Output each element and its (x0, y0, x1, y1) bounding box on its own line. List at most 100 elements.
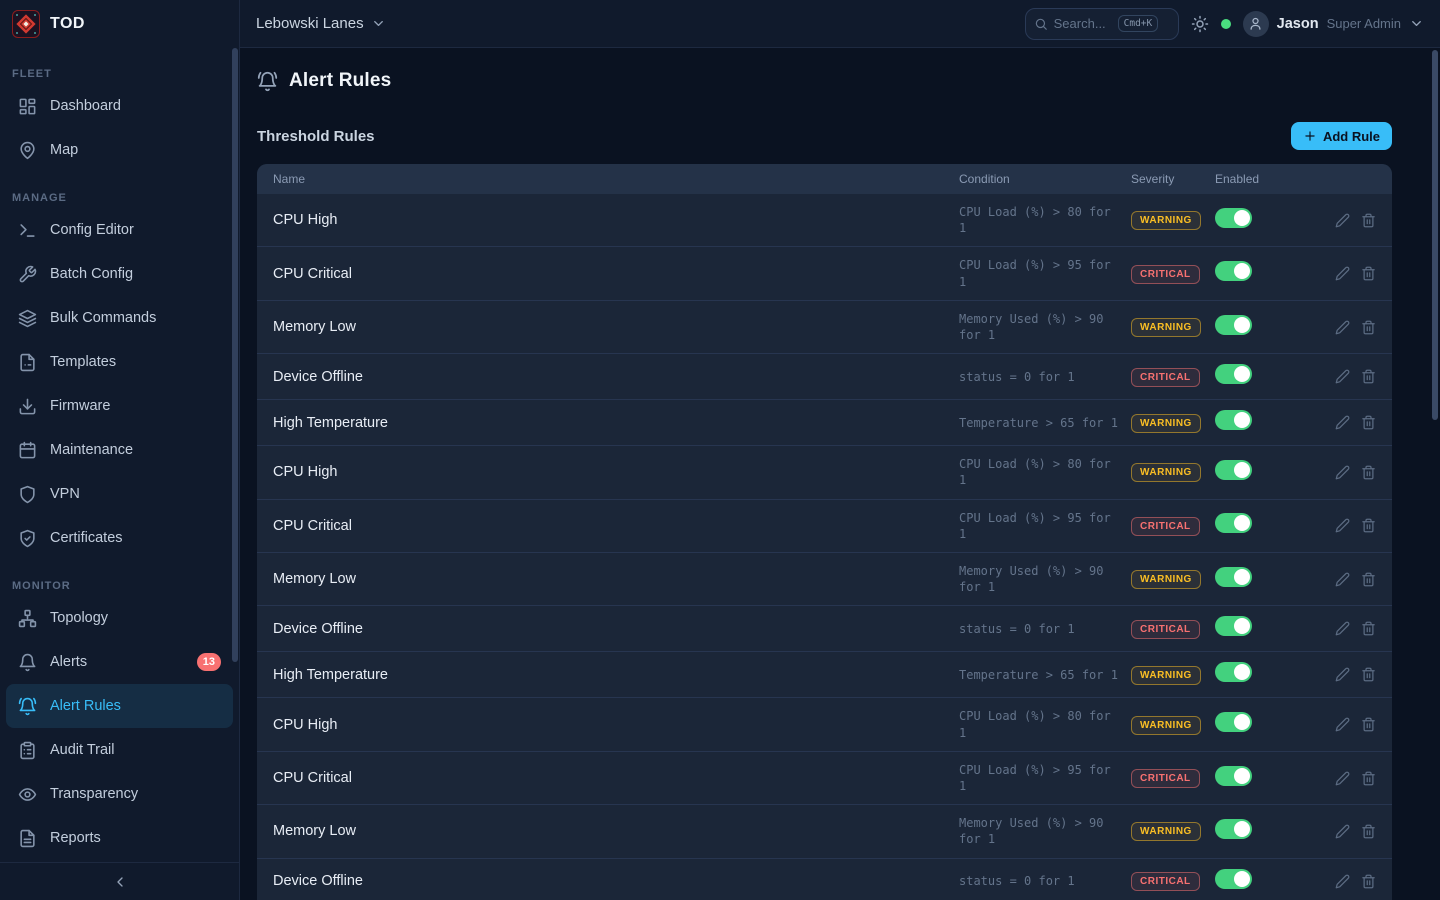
user-menu[interactable]: Jason Super Admin (1243, 11, 1424, 37)
delete-rule-button[interactable] (1361, 572, 1376, 587)
enabled-toggle[interactable] (1215, 869, 1252, 889)
sidebar-scrollbar-thumb[interactable] (232, 48, 238, 662)
enabled-toggle[interactable] (1215, 261, 1252, 281)
sidebar-item-label: Alerts (50, 654, 87, 670)
page-title: Alert Rules (289, 70, 391, 92)
calendar-icon (18, 441, 37, 460)
sidebar-collapse-button[interactable] (0, 862, 239, 900)
delete-rule-button[interactable] (1361, 266, 1376, 281)
delete-rule-button[interactable] (1361, 213, 1376, 228)
enabled-toggle[interactable] (1215, 819, 1252, 839)
pencil-icon (1335, 215, 1350, 232)
sidebar-item-bulk-commands[interactable]: Bulk Commands (6, 296, 233, 340)
delete-rule-button[interactable] (1361, 771, 1376, 786)
download-icon (18, 397, 37, 416)
enabled-toggle[interactable] (1215, 513, 1252, 533)
edit-rule-button[interactable] (1335, 824, 1350, 839)
delete-rule-button[interactable] (1361, 621, 1376, 636)
edit-rule-button[interactable] (1335, 771, 1350, 786)
sidebar-item-alert-rules[interactable]: Alert Rules (6, 684, 233, 728)
sidebar-item-topology[interactable]: Topology (6, 596, 233, 640)
delete-rule-button[interactable] (1361, 320, 1376, 335)
sidebar-item-map[interactable]: Map (6, 128, 233, 172)
sidebar-item-label: Firmware (50, 398, 110, 414)
edit-rule-button[interactable] (1335, 572, 1350, 587)
sidebar-item-vpn[interactable]: VPN (6, 472, 233, 516)
sidebar-item-transparency[interactable]: Transparency (6, 772, 233, 816)
sidebar-item-maintenance[interactable]: Maintenance (6, 428, 233, 472)
edit-rule-button[interactable] (1335, 667, 1350, 682)
sidebar-nav: FLEETDashboardMapMANAGEConfig EditorBatc… (0, 48, 239, 862)
delete-rule-button[interactable] (1361, 667, 1376, 682)
sidebar-item-batch-config[interactable]: Batch Config (6, 252, 233, 296)
rule-condition: CPU Load (%) > 80 for 1 (959, 204, 1131, 236)
chevron-left-icon (112, 874, 128, 890)
section-title: Threshold Rules (257, 128, 375, 145)
edit-rule-button[interactable] (1335, 213, 1350, 228)
sidebar-item-label: Bulk Commands (50, 310, 156, 326)
enabled-toggle[interactable] (1215, 766, 1252, 786)
delete-rule-button[interactable] (1361, 874, 1376, 889)
enabled-toggle[interactable] (1215, 315, 1252, 335)
rule-name: Memory Low (273, 571, 959, 587)
theme-toggle-sun-icon[interactable] (1191, 15, 1209, 33)
edit-rule-button[interactable] (1335, 415, 1350, 430)
table-row-cpu-high: CPU HighCPU Load (%) > 80 for 1WARNING (257, 445, 1392, 498)
sidebar-item-label: Map (50, 142, 78, 158)
alerts-count-badge: 13 (197, 653, 221, 671)
dashboard-icon (18, 97, 37, 116)
app-title: TOD (50, 15, 85, 33)
edit-rule-button[interactable] (1335, 369, 1350, 384)
enabled-toggle[interactable] (1215, 364, 1252, 384)
topology-icon (18, 609, 37, 628)
search-input[interactable] (1054, 16, 1112, 31)
sidebar-item-certificates[interactable]: Certificates (6, 516, 233, 560)
enabled-toggle[interactable] (1215, 460, 1252, 480)
sidebar-item-audit-trail[interactable]: Audit Trail (6, 728, 233, 772)
pencil-icon (1335, 467, 1350, 484)
trash-icon (1361, 574, 1376, 591)
delete-rule-button[interactable] (1361, 465, 1376, 480)
nav-section-label-monitor: MONITOR (0, 576, 239, 596)
severity-badge: WARNING (1131, 570, 1201, 589)
rule-condition: Memory Used (%) > 90 for 1 (959, 311, 1131, 343)
rule-condition: CPU Load (%) > 95 for 1 (959, 510, 1131, 542)
delete-rule-button[interactable] (1361, 717, 1376, 732)
enabled-toggle[interactable] (1215, 567, 1252, 587)
pencil-icon (1335, 417, 1350, 434)
connection-status-dot (1221, 19, 1231, 29)
edit-rule-button[interactable] (1335, 874, 1350, 889)
page-scrollbar-thumb[interactable] (1432, 50, 1438, 420)
sidebar-item-firmware[interactable]: Firmware (6, 384, 233, 428)
delete-rule-button[interactable] (1361, 518, 1376, 533)
edit-rule-button[interactable] (1335, 266, 1350, 281)
user-icon (1248, 16, 1263, 31)
enabled-toggle[interactable] (1215, 208, 1252, 228)
sidebar-item-reports[interactable]: Reports (6, 816, 233, 860)
sidebar-item-templates[interactable]: Templates (6, 340, 233, 384)
sidebar-item-config-editor[interactable]: Config Editor (6, 208, 233, 252)
delete-rule-button[interactable] (1361, 415, 1376, 430)
enabled-toggle[interactable] (1215, 712, 1252, 732)
rule-name: CPU Critical (273, 770, 959, 786)
delete-rule-button[interactable] (1361, 369, 1376, 384)
edit-rule-button[interactable] (1335, 465, 1350, 480)
sidebar-item-dashboard[interactable]: Dashboard (6, 84, 233, 128)
nav-section-label-fleet: FLEET (0, 64, 239, 84)
table-row-device-offline: Device Offlinestatus = 0 for 1CRITICAL (257, 605, 1392, 651)
org-switcher[interactable]: Lebowski Lanes (256, 15, 386, 32)
plus-icon (1303, 129, 1317, 143)
enabled-toggle[interactable] (1215, 410, 1252, 430)
sidebar-item-alerts[interactable]: Alerts 13 (6, 640, 233, 684)
edit-rule-button[interactable] (1335, 518, 1350, 533)
search-box[interactable]: Cmd+K (1025, 8, 1179, 40)
enabled-toggle[interactable] (1215, 662, 1252, 682)
delete-rule-button[interactable] (1361, 824, 1376, 839)
edit-rule-button[interactable] (1335, 621, 1350, 636)
enabled-toggle[interactable] (1215, 616, 1252, 636)
add-rule-button[interactable]: Add Rule (1291, 122, 1392, 150)
severity-badge: CRITICAL (1131, 517, 1200, 536)
table-row-cpu-critical: CPU CriticalCPU Load (%) > 95 for 1CRITI… (257, 751, 1392, 804)
edit-rule-button[interactable] (1335, 320, 1350, 335)
edit-rule-button[interactable] (1335, 717, 1350, 732)
